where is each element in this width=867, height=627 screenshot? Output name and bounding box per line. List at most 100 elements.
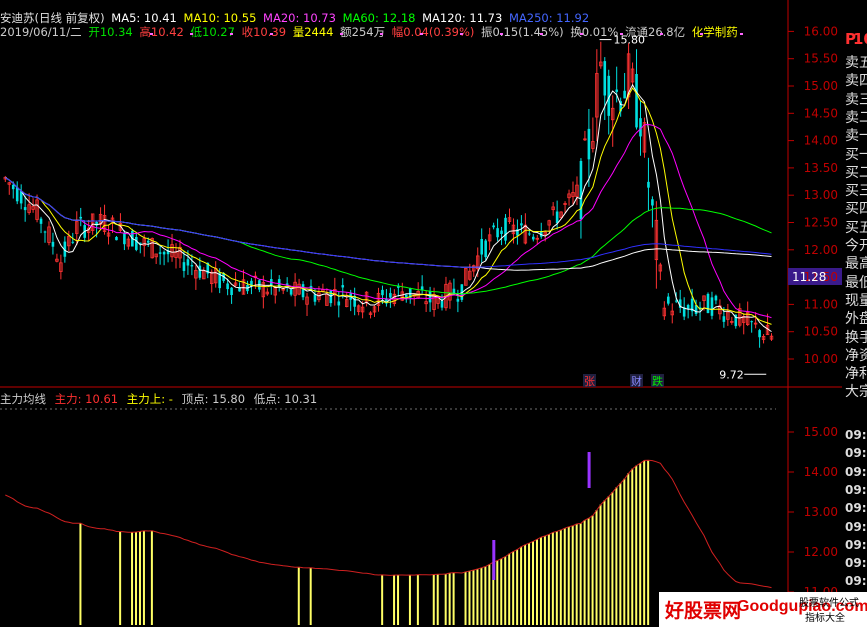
high-marker-label: 15.80 — [614, 34, 646, 47]
indicator-bar — [476, 568, 479, 625]
low-marker-label: 9.72 — [719, 368, 744, 381]
top-event-mark — [740, 33, 743, 35]
candle-body-down — [329, 290, 333, 304]
candle-body-down — [706, 293, 710, 314]
indicator-bar — [381, 574, 384, 625]
side-row-label: 最高 — [845, 256, 867, 273]
side-row-label: 大宗 — [845, 384, 867, 401]
indicator-bar — [635, 465, 638, 625]
candle-body-down — [198, 265, 202, 278]
indicator-bar — [472, 570, 475, 625]
candle-body-down — [528, 233, 531, 235]
indicator-bar — [551, 532, 554, 625]
indicator-bar — [631, 468, 634, 625]
side-tick-time: 09: — [845, 519, 867, 534]
side-row-label: 买三 — [845, 183, 867, 200]
indicator-tick-label: 12.00 — [804, 545, 838, 559]
top-event-mark — [660, 33, 663, 35]
indicator-bar — [436, 574, 439, 625]
candle-body-down — [603, 61, 607, 96]
indicator-bar — [639, 463, 642, 625]
indicator-bar — [508, 553, 511, 625]
indicator-bar — [535, 539, 538, 625]
event-label: 财 — [631, 374, 642, 388]
candle-body-down — [758, 330, 761, 338]
indicator-bar — [627, 473, 630, 625]
side-row-label: 卖二 — [845, 109, 867, 126]
side-row-label: 卖五 — [845, 55, 867, 71]
indicator-bar — [516, 549, 519, 625]
indicator-bar — [528, 543, 531, 625]
signal-spike — [492, 540, 496, 580]
candle-body-down — [71, 241, 75, 243]
price-tick-label: 12.00 — [804, 243, 838, 257]
candle-body-down — [313, 294, 317, 302]
price-tick-label: 12.50 — [804, 216, 838, 230]
candle-body-down — [115, 237, 118, 241]
candle-body-down — [135, 236, 138, 250]
side-tick-time: 09: — [845, 482, 867, 497]
watermark-tag1: 股票软件公式 — [799, 598, 859, 609]
candle-body-down — [480, 239, 483, 255]
candle-body-down — [11, 184, 15, 190]
indicator-bar — [150, 530, 153, 625]
indicator-tick-label: 14.00 — [804, 465, 838, 479]
side-row-label: 换手 — [845, 329, 867, 346]
candle-body-down — [500, 230, 503, 234]
candle-body-down — [23, 207, 27, 211]
side-tick-time: 09: — [845, 556, 867, 571]
price-chart[interactable]: 16.00 15.50 15.00 14.50 14.00 13.50 13.00 12.50… — [0, 0, 842, 627]
side-tick-time: 09: — [845, 464, 867, 479]
top-event-mark — [270, 33, 273, 35]
indicator-bar — [615, 487, 618, 625]
indicator-bar — [432, 574, 435, 625]
price-tick-label: 10.50 — [804, 325, 838, 339]
top-event-mark — [230, 33, 233, 35]
indicator-bar — [500, 558, 503, 625]
price-tick-label: 15.00 — [804, 79, 838, 93]
top-event-mark — [580, 33, 583, 35]
candle-body-down — [341, 285, 345, 288]
indicator-bar — [623, 478, 626, 625]
indicator-bar — [504, 556, 507, 625]
price-tick-label: 10.00 — [804, 352, 838, 366]
top-event-mark — [380, 33, 383, 35]
indicator-bar — [575, 523, 578, 625]
candle-body-down — [615, 89, 618, 92]
candle-body-down — [190, 265, 194, 267]
indicator-bar — [484, 566, 487, 625]
indicator-bar — [408, 574, 411, 625]
price-tick-label: 14.50 — [804, 106, 838, 120]
price-tick-label: 16.00 — [804, 24, 838, 38]
side-tick-time: 09: — [845, 446, 867, 461]
indicator-bar — [579, 523, 582, 625]
candle-body-down — [686, 304, 690, 309]
indicator-bar — [397, 574, 400, 625]
top-event-mark — [500, 33, 503, 35]
indicator-bar — [131, 532, 134, 625]
side-tick-time: 09: — [845, 501, 867, 516]
indicator-bar — [468, 570, 471, 625]
side-row-label: 现量 — [845, 292, 867, 309]
indicator-bar — [138, 531, 141, 625]
indicator-bar — [444, 573, 447, 625]
price-tick-label: 13.00 — [804, 188, 838, 202]
side-row-label: 今开 — [845, 238, 867, 254]
indicator-bar — [539, 537, 542, 625]
price-tick-label: 14.00 — [804, 134, 838, 148]
candle-body-down — [162, 251, 166, 255]
indicator-bar — [587, 518, 590, 625]
indicator-bar — [448, 572, 451, 625]
current-price-label: 11.28 — [792, 270, 826, 284]
price-tick-label: 13.50 — [804, 161, 838, 175]
top-event-mark — [340, 33, 343, 35]
price-tick-label: 15.50 — [804, 52, 838, 66]
indicator-bar — [496, 560, 499, 625]
side-row-label: 买四 — [845, 201, 867, 218]
top-event-mark — [700, 33, 703, 35]
candle-body-down — [123, 233, 126, 245]
watermark-tag2: 指标大全 — [805, 613, 845, 624]
side-row-label: 买二 — [845, 164, 867, 181]
side-tick-time: 09: — [845, 428, 867, 442]
candle-body-down — [714, 295, 718, 301]
